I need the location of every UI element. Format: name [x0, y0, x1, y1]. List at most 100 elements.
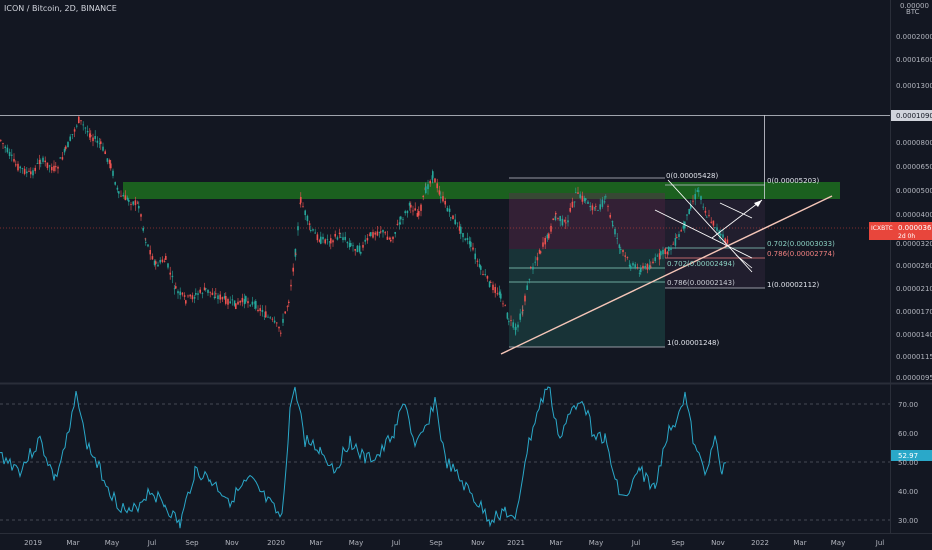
fib1-label-702: 0.702(0.00002494) — [667, 260, 735, 268]
candle-body — [171, 275, 174, 278]
candle-body — [414, 208, 416, 211]
candle-body — [490, 281, 492, 283]
candle-body — [116, 187, 119, 190]
candle-body — [28, 170, 30, 172]
candle-body — [100, 141, 102, 144]
candle-body — [308, 223, 311, 225]
candle-body — [550, 225, 552, 232]
candle-body — [638, 272, 641, 274]
candle-body — [662, 249, 664, 255]
candle-body — [396, 223, 399, 225]
candle-body — [273, 320, 276, 323]
candle-body — [26, 171, 28, 174]
fib2-label-702: 0.702(0.00003033) — [767, 240, 835, 248]
candle-body — [215, 293, 217, 295]
candle-body — [380, 231, 382, 233]
candle-body — [136, 202, 139, 204]
candle-body — [278, 326, 280, 329]
time-tick-16: Sep — [671, 539, 685, 547]
candle-body — [118, 191, 120, 194]
candle-body — [682, 225, 685, 229]
candle-body — [108, 160, 111, 164]
candle-body — [480, 266, 482, 270]
candle-body — [128, 199, 130, 202]
candle-body — [130, 204, 132, 205]
rsi-tick-60: 60.00 — [898, 430, 918, 438]
fib1-label-top: 0(0.00005428) — [666, 172, 718, 180]
candle-body — [42, 157, 44, 162]
candle-body — [394, 232, 396, 234]
candle-body — [199, 289, 201, 293]
candle-body — [90, 134, 92, 137]
candle-body — [526, 285, 528, 290]
candle-body — [342, 237, 344, 241]
candle-body — [183, 295, 186, 297]
candle-body — [674, 237, 677, 246]
supply-zone[interactable] — [123, 182, 840, 199]
candle-body — [384, 232, 386, 234]
candle-body — [704, 210, 707, 213]
fib2-label-top: 0(0.00005203) — [767, 177, 819, 185]
candle-body — [642, 265, 644, 269]
candle-body — [86, 130, 89, 133]
candle-body — [484, 274, 486, 275]
candle-body — [386, 236, 389, 240]
candle-body — [290, 284, 292, 287]
candle-body — [197, 293, 199, 295]
candle-body — [630, 266, 632, 269]
candle-body — [636, 267, 639, 268]
candle-body — [159, 260, 161, 263]
candle-body — [720, 233, 722, 236]
rsi-axis[interactable]: 70.00 60.00 52.97 50.00 40.00 30.00 — [891, 401, 932, 525]
candle-body — [155, 261, 157, 264]
candle-body — [175, 286, 177, 289]
candle-body — [382, 229, 384, 233]
time-axis[interactable]: 2019 Mar May Jul Sep Nov 2020 Mar May Jul Sep Nov 20… — [24, 539, 884, 547]
candle-body — [420, 204, 422, 211]
last-price-symbol: ICXBTC — [871, 225, 893, 232]
candle-body — [482, 274, 484, 275]
candle-body — [332, 240, 334, 243]
candle-body — [124, 195, 127, 201]
candle-body — [624, 255, 626, 257]
candle-body — [450, 217, 452, 219]
candle-body — [245, 296, 247, 302]
candle-body — [30, 171, 32, 175]
time-tick-15: Jul — [631, 539, 641, 547]
candle-body — [587, 201, 589, 204]
fib1-zone-upper[interactable] — [509, 193, 665, 249]
candle-body — [402, 219, 404, 221]
fib1-zone-lower[interactable] — [509, 249, 665, 347]
candle-body — [618, 244, 621, 249]
price-tick-4: 0.00008000 — [896, 139, 932, 147]
price-axis-unit: BTC — [906, 8, 920, 16]
candle-body — [167, 263, 169, 268]
candle-body — [247, 301, 249, 304]
candle-body — [565, 222, 567, 224]
price-chart[interactable]: 0(0.00005428) 0.702(0.00002494) 0.786(0.… — [0, 0, 932, 550]
candle-body — [599, 204, 601, 210]
candle-body — [640, 268, 642, 273]
candle-body — [6, 147, 9, 153]
candle-body — [688, 208, 690, 215]
candle-body — [142, 227, 144, 231]
symbol-title[interactable]: ICON / Bitcoin, 2D, BINANCE — [4, 4, 117, 13]
candle-body — [646, 263, 649, 270]
candle-body — [169, 272, 171, 275]
time-tick-20: May — [831, 539, 845, 547]
candle-body — [392, 236, 394, 240]
fib2-zone[interactable] — [665, 200, 765, 288]
candle-body — [151, 256, 154, 260]
candle-body — [474, 253, 476, 260]
candle-body — [372, 232, 374, 238]
price-tick-2: 0.00016000 — [896, 56, 932, 64]
candle-body — [544, 237, 546, 245]
time-tick-4: Sep — [185, 539, 199, 547]
candle-body — [722, 234, 724, 238]
rsi-pane[interactable] — [0, 385, 890, 533]
candle-body — [185, 300, 187, 304]
candle-body — [122, 194, 124, 197]
chart-app[interactable]: 0(0.00005428) 0.702(0.00002494) 0.786(0.… — [0, 0, 932, 550]
candle-body — [694, 194, 696, 200]
candle-body — [528, 278, 531, 280]
